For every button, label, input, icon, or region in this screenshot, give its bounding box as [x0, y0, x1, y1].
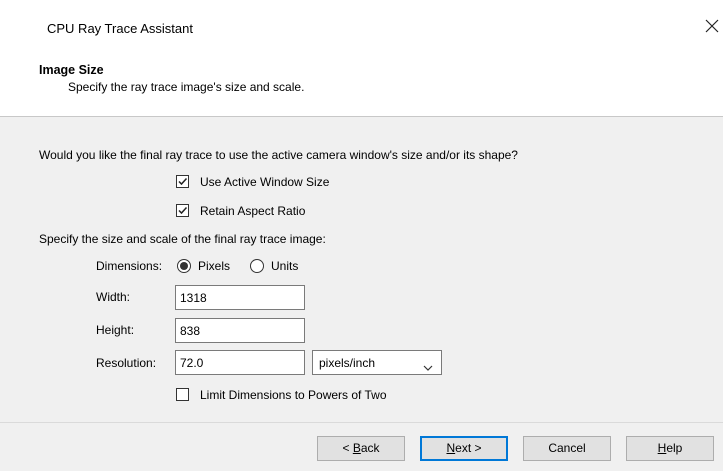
page-header: Image Size Specify the ray trace image's… [0, 58, 723, 117]
width-label: Width: [96, 290, 131, 304]
next-rest: ext > [455, 441, 482, 455]
window-title: CPU Ray Trace Assistant [47, 21, 193, 36]
resolution-unit-value: pixels/inch [319, 356, 376, 370]
pixels-radio[interactable] [177, 259, 191, 273]
retain-aspect-ratio-label[interactable]: Retain Aspect Ratio [200, 204, 305, 218]
retain-aspect-ratio-checkbox[interactable] [176, 204, 189, 217]
chevron-down-icon [423, 360, 433, 374]
resolution-label: Resolution: [96, 356, 157, 370]
page-title: Image Size [39, 63, 104, 77]
limit-powers-checkbox[interactable] [176, 388, 189, 401]
help-button[interactable]: Help [626, 436, 714, 461]
next-mnemonic: N [446, 441, 456, 455]
back-rest: ack [360, 441, 380, 455]
back-button[interactable]: < Back [317, 436, 405, 461]
resolution-unit-select[interactable]: pixels/inch [312, 350, 442, 375]
back-prefix: < [342, 441, 353, 455]
question-text: Would you like the final ray trace to us… [39, 148, 518, 162]
size-prompt-text: Specify the size and scale of the final … [39, 232, 326, 246]
units-radio[interactable] [250, 259, 264, 273]
resolution-input[interactable]: 72.0 [175, 350, 305, 375]
use-active-window-size-checkbox[interactable] [176, 175, 189, 188]
cancel-button[interactable]: Cancel [523, 436, 611, 461]
limit-powers-label[interactable]: Limit Dimensions to Powers of Two [200, 388, 387, 402]
footer-divider [0, 422, 723, 423]
help-rest: elp [666, 441, 683, 455]
pixels-radio-label[interactable]: Pixels [198, 259, 230, 273]
use-active-window-size-label[interactable]: Use Active Window Size [200, 175, 329, 189]
back-mnemonic: B [352, 441, 361, 455]
page-subtitle: Specify the ray trace image's size and s… [68, 80, 305, 94]
close-icon[interactable] [704, 18, 720, 34]
next-button[interactable]: Next > [420, 436, 508, 461]
height-input[interactable]: 838 [175, 318, 305, 343]
dimensions-label: Dimensions: [96, 259, 163, 273]
units-radio-label[interactable]: Units [271, 259, 298, 273]
title-bar: CPU Ray Trace Assistant [0, 0, 723, 58]
height-label: Height: [96, 323, 135, 337]
width-input[interactable]: 1318 [175, 285, 305, 310]
